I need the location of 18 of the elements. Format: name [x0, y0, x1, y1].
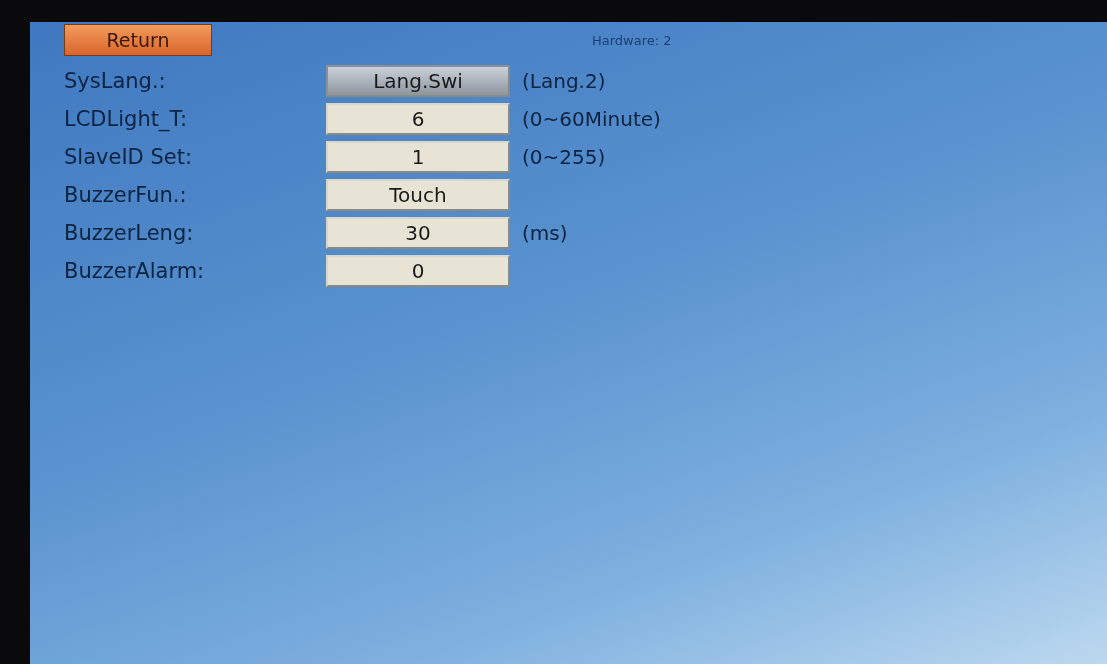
unit-label: (Lang.2)	[522, 69, 606, 93]
setting-label: BuzzerAlarm:	[64, 259, 206, 283]
unit-label: (ms)	[522, 221, 568, 245]
setting-label: LCDLight_T:	[64, 107, 189, 131]
setting-label: SysLang.:	[64, 69, 167, 93]
setting-label: SlaveID Set:	[64, 145, 193, 169]
unit-label: (0~60Minute)	[522, 107, 661, 131]
unit-label: (0~255)	[522, 145, 606, 169]
language-switch-button[interactable]: Lang.Swi	[326, 65, 510, 97]
hardware-label: Hardware: 2	[592, 32, 672, 48]
value-field[interactable]: 1	[326, 141, 510, 173]
return-button[interactable]: Return	[64, 24, 212, 56]
value-field[interactable]: Touch	[326, 179, 510, 211]
setting-label: BuzzerFun.:	[64, 183, 188, 207]
setting-label: BuzzerLeng:	[64, 221, 195, 245]
value-field[interactable]: 30	[326, 217, 510, 249]
value-field[interactable]: 0	[326, 255, 510, 287]
value-field[interactable]: 6	[326, 103, 510, 135]
